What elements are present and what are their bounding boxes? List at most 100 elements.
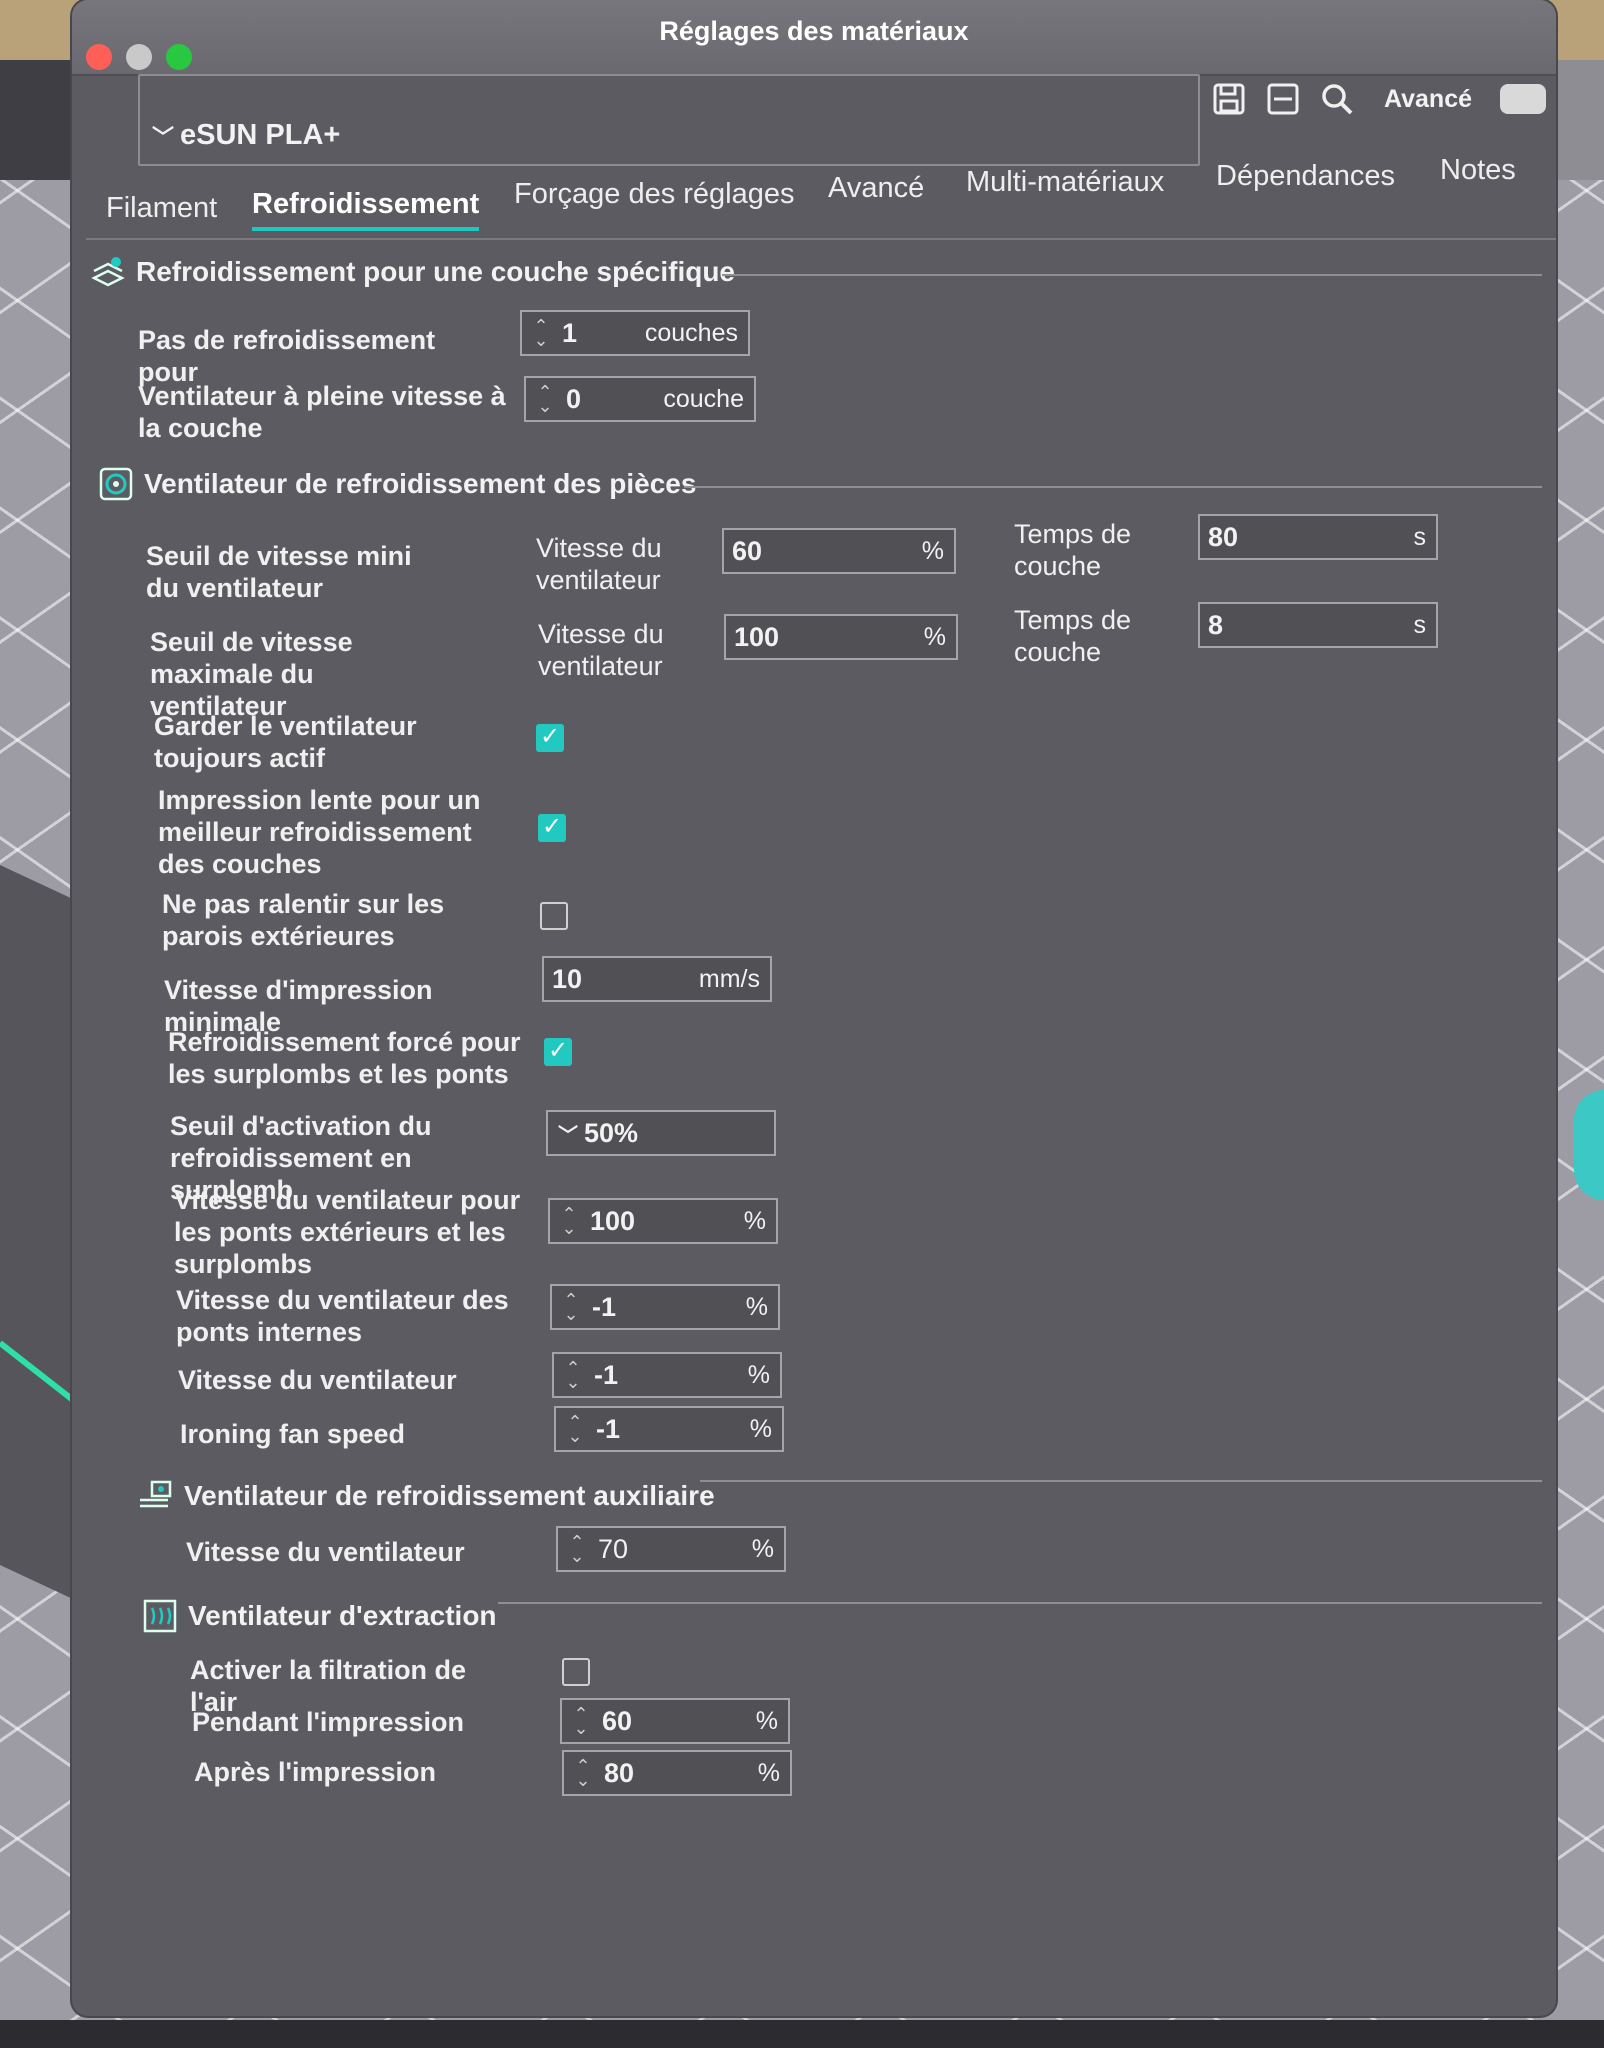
- min-layer-time-input[interactable]: 80 s: [1198, 514, 1438, 560]
- during-print-unit: %: [755, 1706, 778, 1735]
- section-layer-cooling-header: Refroidissement pour une couche spécifiq…: [90, 254, 735, 290]
- section-title: Ventilateur d'extraction: [188, 1600, 497, 1631]
- min-print-speed-input[interactable]: 10 mm/s: [542, 956, 772, 1002]
- max-layer-time-unit: s: [1413, 610, 1427, 639]
- advanced-mode-toggle[interactable]: [1500, 84, 1547, 114]
- backdrop-bottom-bar: [0, 2020, 1604, 2048]
- tab-advanced[interactable]: Avancé: [828, 172, 924, 205]
- after-print-value: 80: [604, 1757, 635, 1788]
- aux-fan-icon: [140, 1480, 172, 1508]
- search-icon[interactable]: [1320, 82, 1354, 116]
- min-fan-speed-input[interactable]: 60 %: [722, 528, 956, 574]
- slow-down-label: Impression lente pour un meilleur refroi…: [158, 785, 481, 879]
- window-title: Réglages des matériaux: [659, 16, 969, 46]
- aux-fan-speed-unit: %: [751, 1534, 774, 1563]
- full-fan-unit: couche: [663, 384, 744, 413]
- max-fan-speed-unit: %: [923, 622, 946, 651]
- window-controls: [86, 44, 192, 70]
- tab-bar: Filament Refroidissement Forçage des rég…: [106, 150, 1546, 231]
- tab-cooling[interactable]: Refroidissement: [252, 188, 480, 231]
- spinner-icon[interactable]: ⌃ ⌄: [564, 1533, 590, 1565]
- min-threshold-label: Seuil de vitesse mini du ventilateur: [146, 541, 412, 603]
- spinner-icon[interactable]: ⌃ ⌄: [570, 1757, 596, 1789]
- no-slow-outer-checkbox[interactable]: [540, 902, 568, 930]
- tab-filament[interactable]: Filament: [106, 192, 217, 225]
- during-print-input[interactable]: ⌃ ⌄ 60 %: [560, 1698, 790, 1744]
- max-fan-speed-input[interactable]: 100 %: [724, 614, 958, 660]
- min-print-speed-value: 10: [552, 963, 583, 994]
- spinner-icon[interactable]: ⌃ ⌄: [528, 317, 554, 349]
- no-cooling-value: 1: [562, 317, 578, 348]
- overhang-threshold-value: 50%: [584, 1117, 639, 1148]
- during-print-value: 60: [602, 1705, 633, 1736]
- bridge-fan-input[interactable]: ⌃ ⌄ 100 %: [548, 1198, 778, 1244]
- no-cooling-unit: couches: [644, 318, 738, 347]
- spinner-icon[interactable]: ⌃ ⌄: [560, 1359, 586, 1391]
- ironing-fan-value: -1: [596, 1413, 621, 1444]
- spinner-icon[interactable]: ⌃ ⌄: [532, 383, 558, 415]
- section-rule: [700, 1480, 1542, 1482]
- min-layer-time-unit: s: [1413, 522, 1427, 551]
- during-print-label: Pendant l'impression: [192, 1707, 464, 1737]
- max-layer-time-value: 8: [1208, 609, 1224, 640]
- full-fan-value: 0: [566, 383, 582, 414]
- tab-dependencies[interactable]: Dépendances: [1216, 160, 1395, 193]
- ironing-fan-input[interactable]: ⌃ ⌄ -1 %: [554, 1406, 784, 1452]
- min-fan-speed-label: Vitesse du ventilateur: [536, 533, 662, 595]
- ironing-fan-unit: %: [749, 1414, 772, 1443]
- max-layer-time-input[interactable]: 8 s: [1198, 602, 1438, 648]
- cooling-panel: Refroidissement pour une couche spécifiq…: [72, 240, 1556, 2016]
- max-layer-time-label: Temps de couche: [1014, 605, 1132, 667]
- fan-speed-input[interactable]: ⌃ ⌄ -1 %: [552, 1352, 782, 1398]
- after-print-input[interactable]: ⌃ ⌄ 80 %: [562, 1750, 792, 1796]
- no-slow-outer-label: Ne pas ralentir sur les parois extérieur…: [162, 889, 445, 951]
- section-title: Ventilateur de refroidissement auxiliair…: [184, 1480, 715, 1511]
- layers-fan-icon: [91, 257, 125, 287]
- min-fan-speed-value: 60: [732, 535, 763, 566]
- fan-speed-unit: %: [747, 1360, 770, 1389]
- spinner-icon[interactable]: ⌃ ⌄: [556, 1205, 582, 1237]
- forced-overhang-checkbox[interactable]: [544, 1036, 572, 1066]
- internal-bridge-fan-value: -1: [592, 1291, 617, 1322]
- max-fan-speed-value: 100: [734, 621, 780, 652]
- save-icon[interactable]: [1212, 82, 1246, 116]
- aux-fan-speed-label: Vitesse du ventilateur: [186, 1537, 465, 1567]
- section-part-fan-header: Ventilateur de refroidissement des pièce…: [98, 466, 696, 502]
- section-rule: [684, 486, 1542, 488]
- fan-icon: [99, 467, 133, 501]
- forced-overhang-label: Refroidissement forcé pour les surplombs…: [168, 1027, 521, 1089]
- keep-fan-checkbox[interactable]: [536, 722, 564, 752]
- air-filtration-checkbox[interactable]: [562, 1658, 590, 1686]
- compare-icon[interactable]: [1266, 82, 1300, 116]
- section-rule: [722, 274, 1542, 276]
- overhang-threshold-select[interactable]: ﹀ 50%: [546, 1110, 776, 1156]
- zoom-button[interactable]: [166, 44, 192, 70]
- close-button[interactable]: [86, 44, 112, 70]
- spinner-icon[interactable]: ⌃ ⌄: [558, 1291, 584, 1323]
- after-print-label: Après l'impression: [194, 1757, 436, 1787]
- chevron-down-icon: ﹀: [152, 125, 175, 150]
- toolbar-icons: Avancé: [1212, 82, 1547, 116]
- keep-fan-label: Garder le ventilateur toujours actif: [154, 711, 417, 773]
- section-title: Refroidissement pour une couche spécifiq…: [136, 256, 736, 287]
- tab-overrides[interactable]: Forçage des réglages: [514, 178, 795, 211]
- minimize-button[interactable]: [126, 44, 152, 70]
- aux-fan-speed-value: 70: [598, 1533, 629, 1564]
- backdrop-cyan-shape: [1574, 1090, 1604, 1200]
- spinner-icon[interactable]: ⌃ ⌄: [568, 1705, 594, 1737]
- min-layer-time-label: Temps de couche: [1014, 519, 1132, 581]
- min-print-speed-unit: mm/s: [698, 964, 760, 993]
- no-cooling-layers-input[interactable]: ⌃ ⌄ 1 couches: [520, 310, 750, 356]
- aux-fan-speed-input[interactable]: ⌃ ⌄ 70 %: [556, 1526, 786, 1572]
- exhaust-fan-icon: [143, 1599, 177, 1633]
- slow-down-checkbox[interactable]: [538, 812, 566, 842]
- section-aux-fan-header: Ventilateur de refroidissement auxiliair…: [138, 1478, 715, 1514]
- section-title: Ventilateur de refroidissement des pièce…: [144, 468, 697, 499]
- full-fan-layer-input[interactable]: ⌃ ⌄ 0 couche: [524, 376, 756, 422]
- section-exhaust-fan-header: Ventilateur d'extraction: [142, 1598, 497, 1634]
- tab-multimaterial[interactable]: Multi-matériaux: [966, 166, 1164, 199]
- spinner-icon[interactable]: ⌃ ⌄: [562, 1413, 588, 1445]
- min-fan-speed-unit: %: [921, 536, 944, 565]
- internal-bridge-fan-input[interactable]: ⌃ ⌄ -1 %: [550, 1284, 780, 1330]
- tab-notes[interactable]: Notes: [1440, 154, 1516, 187]
